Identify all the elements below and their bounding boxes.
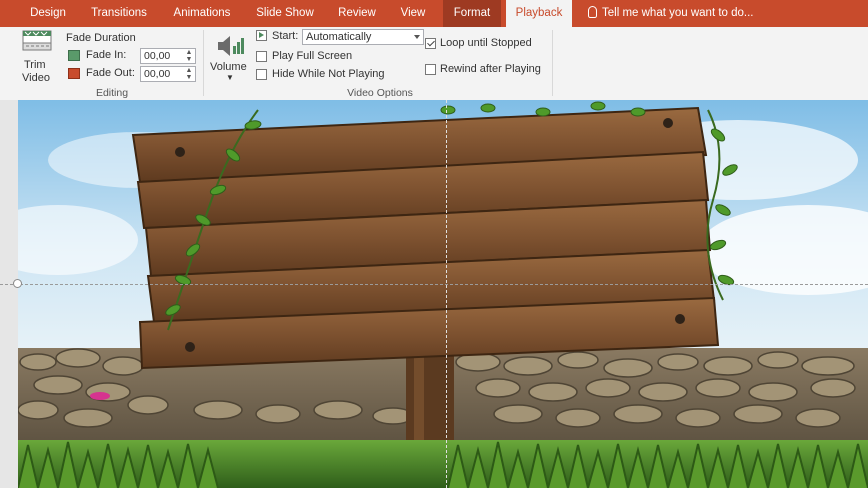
video-options-group-label: Video Options — [347, 87, 413, 99]
start-dropdown[interactable]: Automatically — [302, 29, 424, 45]
loop-until-stopped-checkbox[interactable] — [425, 38, 436, 49]
editing-group-label: Editing — [95, 87, 129, 99]
tab-review[interactable]: Review — [330, 0, 384, 27]
hide-while-not-playing-checkbox[interactable] — [256, 69, 267, 80]
group-separator — [203, 30, 204, 96]
start-icon — [256, 30, 267, 41]
video-scene-image — [18, 100, 868, 488]
trim-label-1: Trim — [24, 59, 46, 71]
tell-me-search[interactable]: Tell me what you want to do... — [588, 0, 754, 27]
tell-me-text: Tell me what you want to do... — [602, 7, 754, 19]
tab-slide-show[interactable]: Slide Show — [248, 0, 322, 27]
trim-video-icon — [22, 30, 52, 51]
fade-in-icon — [68, 50, 80, 61]
tab-transitions[interactable]: Transitions — [82, 0, 156, 27]
tab-animations[interactable]: Animations — [164, 0, 240, 27]
horizontal-guide[interactable] — [0, 284, 868, 285]
slide-video-frame[interactable] — [18, 100, 868, 488]
volume-button[interactable]: Volume ▼ — [208, 30, 252, 88]
fade-out-icon — [68, 68, 80, 79]
fade-duration-label: Fade Duration — [66, 32, 136, 44]
fade-in-label: Fade In: — [86, 49, 127, 61]
ribbon-tab-bar: Design Transitions Animations Slide Show… — [0, 0, 868, 27]
trim-label-2: Video — [22, 72, 50, 84]
rewind-after-playing-label: Rewind after Playing — [440, 63, 541, 75]
hide-while-not-playing-label: Hide While Not Playing — [272, 68, 385, 80]
fade-out-value: 00,00 — [144, 68, 171, 80]
chevron-down-icon: ▼ — [226, 73, 234, 82]
fade-out-spinner[interactable]: 00,00 ▲ ▼ — [140, 66, 196, 82]
spinner-arrows-icon[interactable]: ▲ ▼ — [185, 49, 193, 63]
slide-editing-area — [0, 100, 868, 488]
chevron-down-icon — [414, 35, 420, 39]
tab-format[interactable]: Format — [443, 0, 501, 27]
fade-in-value: 00,00 — [144, 50, 171, 62]
start-value: Automatically — [306, 31, 372, 43]
trim-video-button[interactable]: Trim Video — [18, 29, 58, 87]
volume-icon — [218, 36, 244, 56]
fade-out-label: Fade Out: — [86, 67, 135, 79]
resize-handle[interactable] — [13, 279, 22, 288]
loop-until-stopped-label: Loop until Stopped — [440, 37, 532, 49]
rewind-after-playing-checkbox[interactable] — [425, 64, 436, 75]
fade-in-spinner[interactable]: 00,00 ▲ ▼ — [140, 48, 196, 64]
play-full-screen-label: Play Full Screen — [272, 50, 353, 62]
volume-label: Volume — [210, 61, 247, 73]
tab-design[interactable]: Design — [20, 0, 76, 27]
tab-playback[interactable]: Playback — [506, 0, 572, 27]
ribbon: Trim Video Fade Duration Fade In: 00,00 … — [0, 27, 868, 101]
vertical-guide[interactable] — [446, 100, 447, 488]
play-full-screen-checkbox[interactable] — [256, 51, 267, 62]
spinner-arrows-icon[interactable]: ▲ ▼ — [185, 67, 193, 81]
lightbulb-icon — [588, 6, 597, 18]
tab-view[interactable]: View — [390, 0, 436, 27]
start-label: Start: — [272, 30, 299, 42]
group-separator — [552, 30, 553, 96]
